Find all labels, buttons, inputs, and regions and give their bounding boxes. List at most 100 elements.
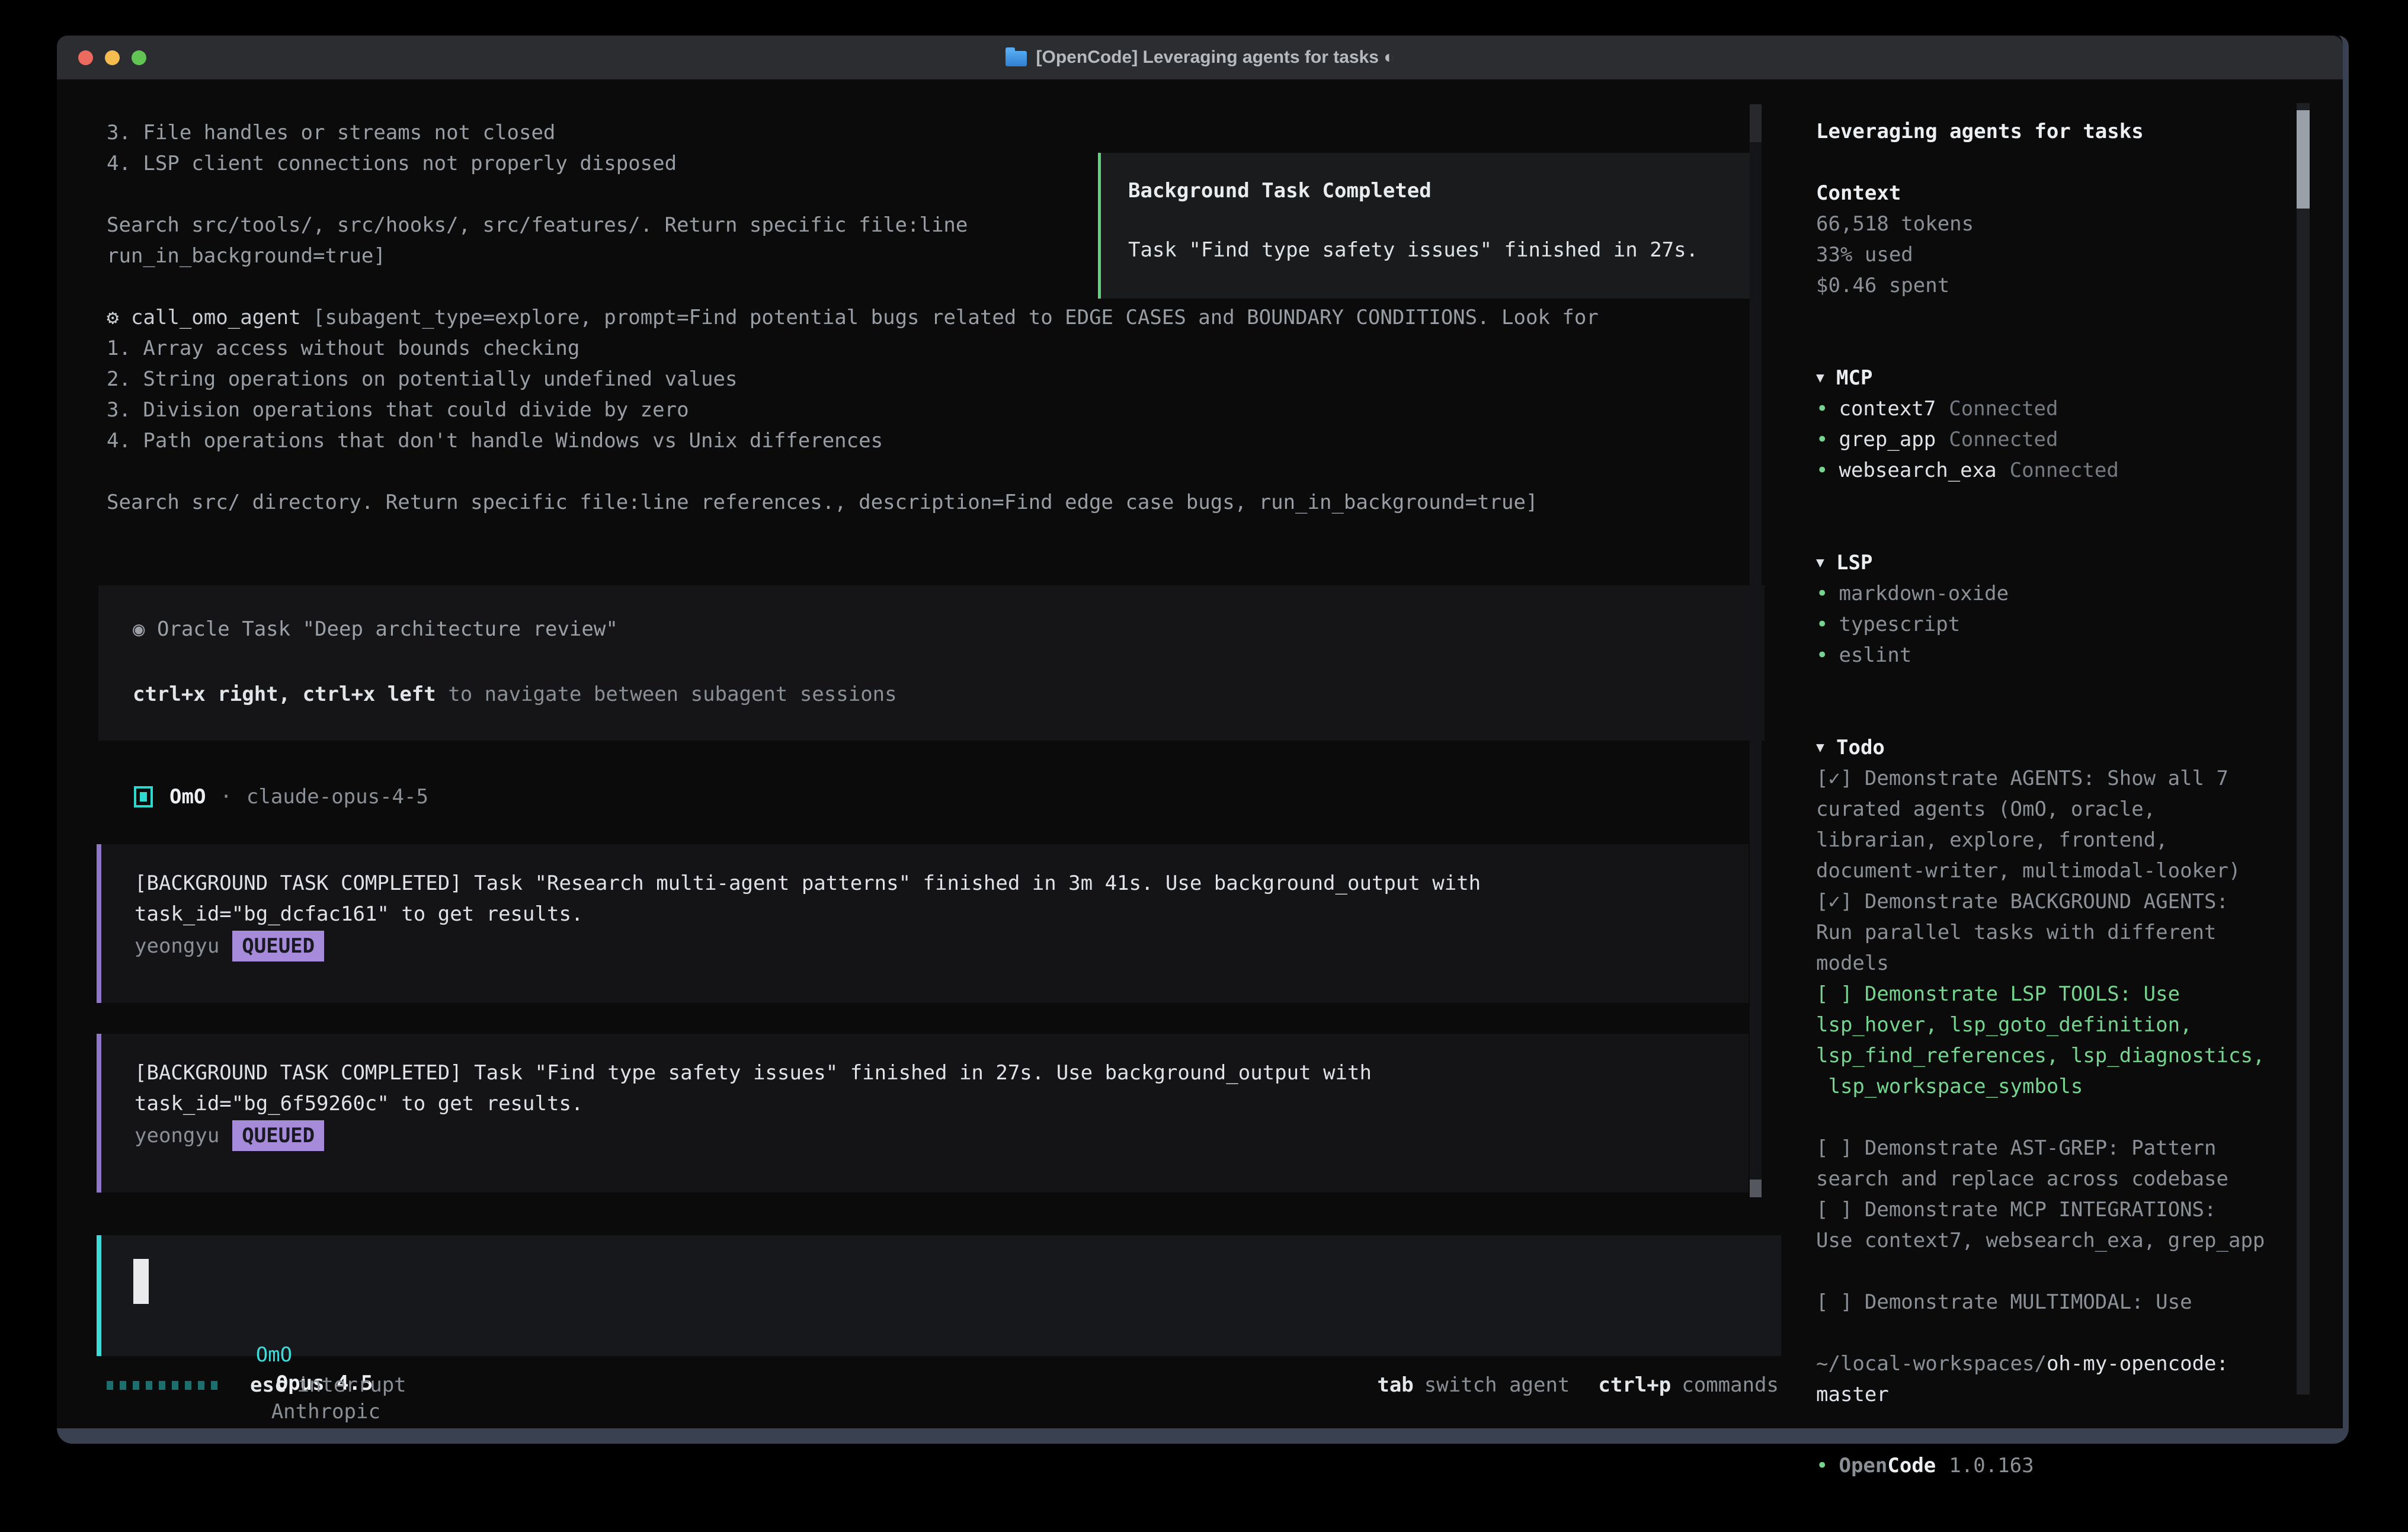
toast-title: Background Task Completed [1128, 178, 1725, 204]
todo-line-active: lsp_find_references, lsp_diagnostics, [1788, 1040, 2265, 1071]
todo-line: [ ] Demonstrate AST-GREP: Pattern [1788, 1133, 2265, 1164]
context-spent: $0.46 spent [1788, 270, 2265, 301]
sidebar-scrollbar[interactable] [2297, 103, 2310, 1395]
subagent-nav-hint: ctrl+x right, ctrl+x left to navigate be… [133, 680, 1730, 709]
todo-line: Use context7, websearch_exa, grep_app [1788, 1225, 2265, 1256]
context-tokens: 66,518 tokens [1788, 209, 2265, 239]
terminal-line: 4. Path operations that don't handle Win… [107, 425, 1599, 456]
chevron-down-icon: ▼ [1816, 363, 1836, 393]
bullet-icon: • [1816, 428, 1828, 451]
task-message-line: task_id="bg_dcfac161" to get results. [135, 899, 1749, 930]
todo-line: [✓] Demonstrate BACKGROUND AGENTS: [1788, 886, 2265, 917]
oracle-task-line: ◉ Oracle Task "Deep architecture review" [133, 615, 1730, 643]
chevron-down-icon: ▼ [1816, 732, 1836, 763]
session-title: Leveraging agents for tasks [1788, 116, 2265, 147]
todo-line-active: [ ] Demonstrate LSP TOOLS: Use [1788, 979, 2265, 1009]
oracle-icon: ◉ [133, 617, 145, 641]
oracle-task-panel: ◉ Oracle Task "Deep architecture review"… [98, 585, 1765, 741]
commands-key-label: commands [1682, 1373, 1779, 1397]
tool-call-args: [subagent_type=explore, prompt=Find pote… [301, 306, 1599, 329]
context-used: 33% used [1788, 239, 2265, 270]
todo-line-active: lsp_workspace_symbols [1788, 1071, 2265, 1102]
task-message-line: task_id="bg_6f59260c" to get results. [135, 1088, 1749, 1119]
task-user: yeongyu [135, 934, 219, 958]
lsp-item: •eslint [1788, 640, 2265, 671]
chat-scrollbar-thumb[interactable] [1750, 1180, 1762, 1197]
status-bar: esc interrupt tab switch agent ctrl+p co… [107, 1370, 1779, 1400]
todo-line: librarian, explore, frontend, [1788, 825, 2265, 855]
tool-call-line: ⚙ call_omo_agent [subagent_type=explore,… [107, 302, 1599, 333]
agent-model: claude-opus-4-5 [246, 785, 428, 809]
toast-body: Task "Find type safety issues" finished … [1128, 237, 1725, 263]
input-provider-name: Anthropic [271, 1400, 380, 1424]
gear-icon: ⚙ [107, 306, 119, 329]
commands-key-hint: ctrl+p [1598, 1373, 1671, 1397]
lsp-item: •markdown-oxide [1788, 578, 2265, 609]
task-message-line: [BACKGROUND TASK COMPLETED] Task "Find t… [135, 1057, 1749, 1088]
task-message: [BACKGROUND TASK COMPLETED] Task "Find t… [97, 1034, 1749, 1193]
context-heading: Context [1788, 178, 2265, 209]
folder-icon [1006, 51, 1027, 66]
input-footer: OmO Opus 4.5 Anthropic [135, 1312, 380, 1341]
todo-line-active: lsp_hover, lsp_goto_definition, [1788, 1009, 2265, 1040]
terminal-line: 3. Division operations that could divide… [107, 395, 1599, 425]
window-title-text: [OpenCode] Leveraging agents for tasks ◐ [1036, 47, 1395, 68]
queued-badge: QUEUED [232, 931, 324, 961]
chevron-down-icon: ▼ [1816, 547, 1836, 578]
queued-badge: QUEUED [232, 1120, 324, 1151]
bullet-icon: • [1816, 613, 1828, 636]
terminal-line: 2. String operations on potentially unde… [107, 364, 1599, 395]
bullet-icon: • [1816, 643, 1828, 667]
terminal-line: 3. File handles or streams not closed [107, 117, 1599, 148]
session-sidebar: Leveraging agents for tasks Context 66,5… [1788, 79, 2343, 1428]
window-titlebar: [OpenCode] Leveraging agents for tasks ◐ [57, 36, 2343, 79]
input-agent-name: OmO [256, 1343, 292, 1367]
todo-line: [ ] Demonstrate MCP INTEGRATIONS: [1788, 1194, 2265, 1225]
chat-scrollbar[interactable] [1750, 104, 1762, 1197]
zoom-button[interactable] [132, 50, 146, 65]
activity-indicator [107, 1381, 224, 1390]
task-message: [BACKGROUND TASK COMPLETED] Task "Resear… [97, 844, 1749, 1003]
agent-session-header: OmO · claude-opus-4-5 [134, 781, 428, 812]
omo-agent-icon [134, 786, 153, 807]
todo-line: [✓] Demonstrate AGENTS: Show all 7 [1788, 763, 2265, 794]
task-user: yeongyu [135, 1124, 219, 1148]
mcp-item: •websearch_exaConnected [1788, 455, 2265, 486]
todo-line: document-writer, multimodal-looker) [1788, 855, 2265, 886]
tab-key-hint: tab [1377, 1373, 1413, 1397]
separator-dot: · [220, 785, 232, 809]
task-message-line: [BACKGROUND TASK COMPLETED] Task "Resear… [135, 868, 1749, 899]
terminal-line: 1. Array access without bounds checking [107, 333, 1599, 364]
terminal-line: Search src/ directory. Return specific f… [107, 487, 1599, 518]
mcp-item: •grep_appConnected [1788, 424, 2265, 455]
tab-key-label: switch agent [1424, 1373, 1570, 1397]
chat-main-area: 3. File handles or streams not closed 4.… [57, 79, 1788, 1428]
background-task-toast: Background Task Completed Task "Find typ… [1098, 153, 1756, 299]
lsp-item: •typescript [1788, 609, 2265, 640]
esc-key-label: interrupt [297, 1373, 406, 1397]
tool-call-name: call_omo_agent [131, 306, 301, 329]
text-cursor [133, 1259, 149, 1304]
version-line: •OpenCode1.0.163 [1788, 1450, 2265, 1481]
agent-name: OmO [169, 785, 206, 809]
traffic-lights [78, 36, 146, 79]
workspace-path: ~/local-workspaces/oh-my-opencode: [1788, 1348, 2265, 1379]
git-branch: master [1788, 1379, 2265, 1410]
esc-key-hint: esc [250, 1373, 286, 1397]
prompt-input[interactable]: OmO Opus 4.5 Anthropic [97, 1235, 1781, 1356]
minimize-button[interactable] [105, 50, 120, 65]
sidebar-scrollbar-thumb[interactable] [2297, 110, 2310, 209]
todo-line: [ ] Demonstrate MULTIMODAL: Use [1788, 1287, 2265, 1318]
mcp-section-header: ▼MCP [1788, 363, 2265, 393]
todo-line: Run parallel tasks with different [1788, 917, 2265, 948]
close-button[interactable] [78, 50, 93, 65]
window-title: [OpenCode] Leveraging agents for tasks ◐ [1006, 47, 1395, 68]
oracle-task-text: Oracle Task "Deep architecture review" [145, 617, 617, 641]
todo-line: curated agents (OmO, oracle, [1788, 794, 2265, 825]
bullet-icon: • [1816, 459, 1828, 482]
nav-keys: ctrl+x right, ctrl+x left [133, 682, 436, 706]
bullet-icon: • [1816, 397, 1828, 421]
todo-section-header: ▼Todo [1788, 732, 2265, 763]
mcp-item: •context7Connected [1788, 393, 2265, 424]
lsp-section-header: ▼LSP [1788, 547, 2265, 578]
